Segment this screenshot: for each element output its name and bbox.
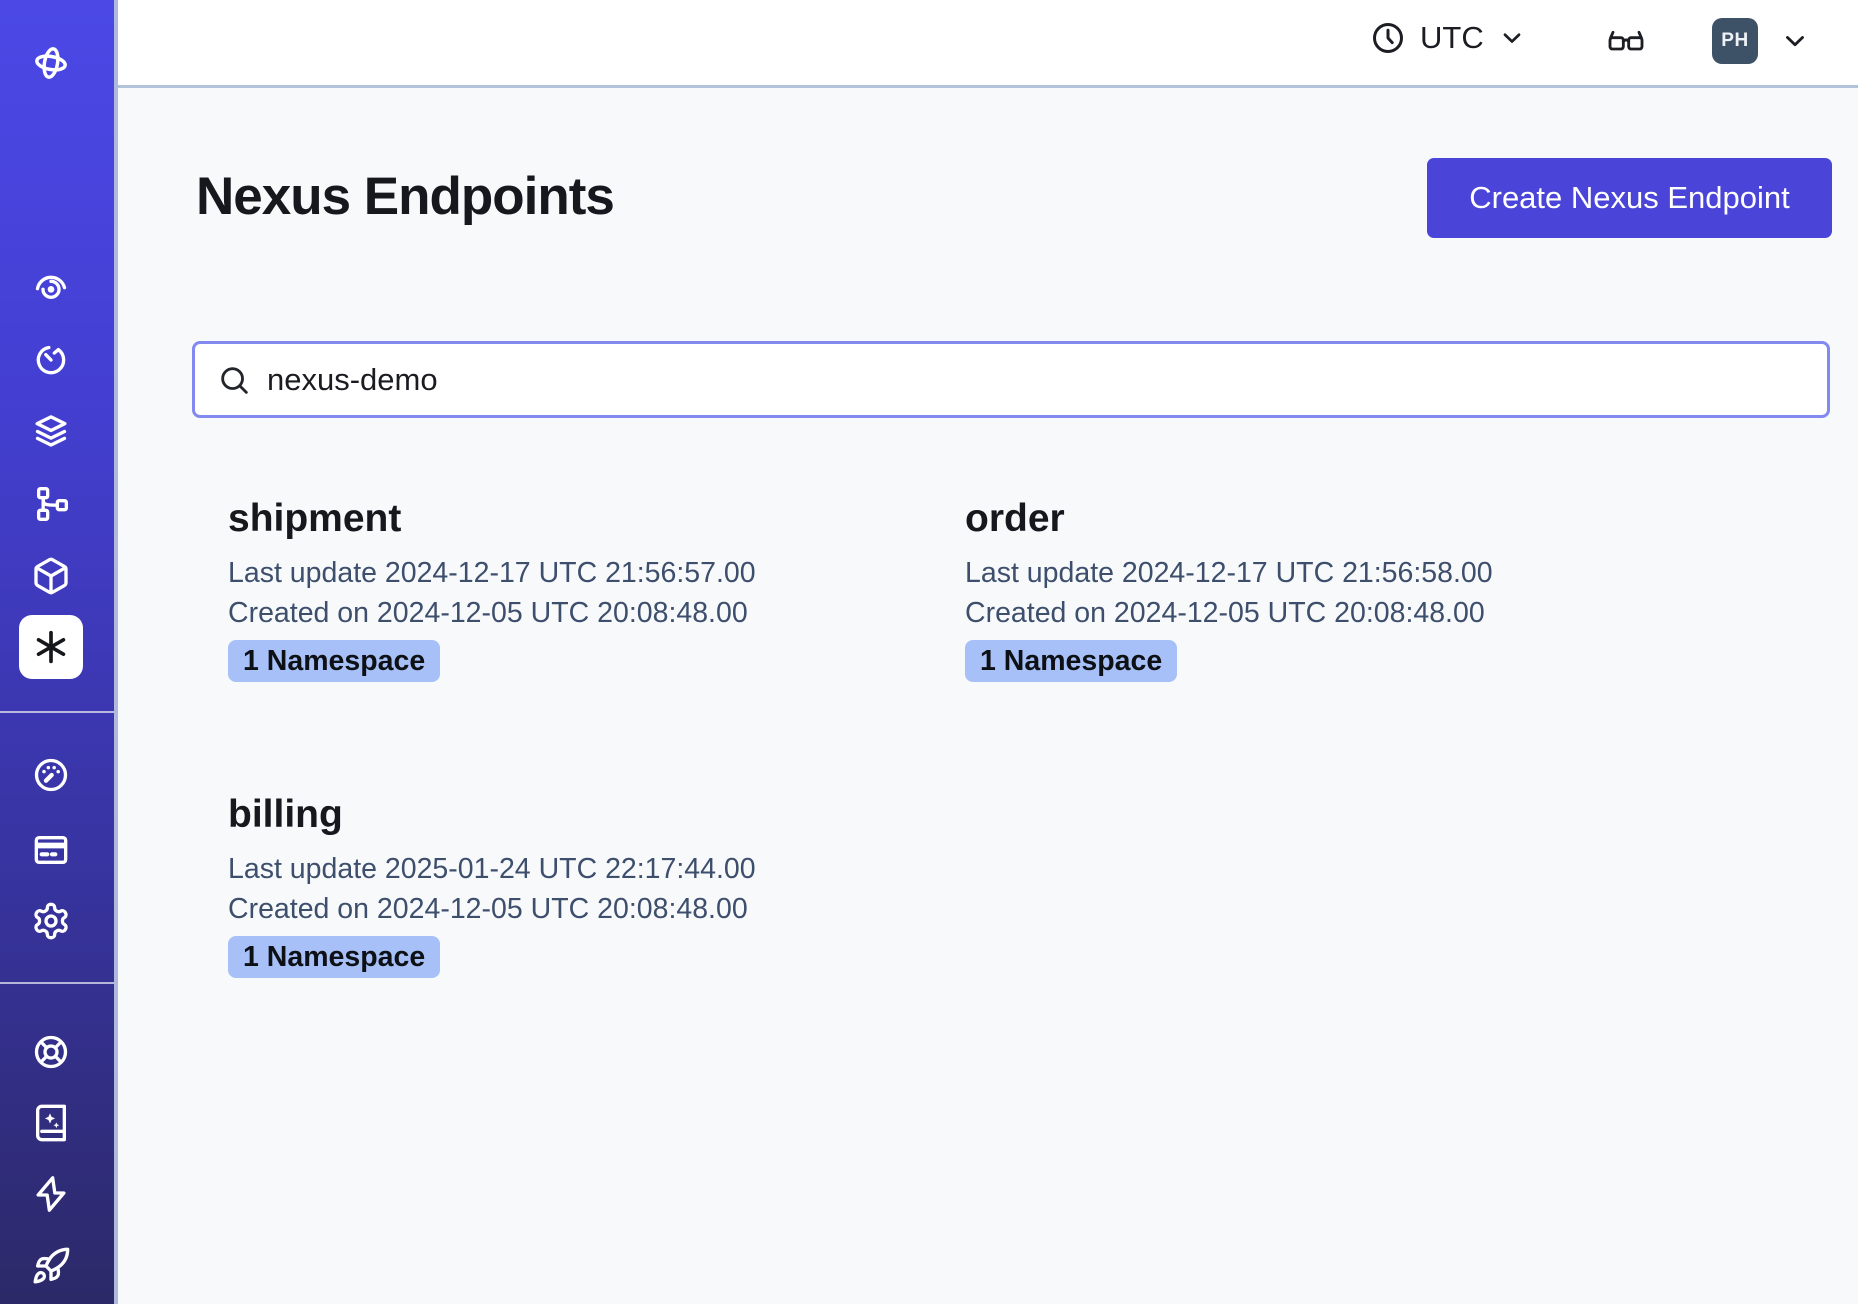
app-root: UTC PH Nexus Endpoints Create Nexus Endp… [0, 0, 1858, 1304]
search-icon [217, 363, 251, 397]
schedules-timer-icon[interactable] [27, 335, 75, 383]
namespace-badge: 1 Namespace [965, 640, 1177, 682]
endpoint-created: Created on 2024-12-05 UTC 20:08:48.00 [228, 593, 965, 633]
endpoint-last-update: Last update 2024-12-17 UTC 21:56:58.00 [965, 553, 1702, 593]
topbar: UTC PH [118, 0, 1858, 88]
account-menu[interactable]: PH [1712, 18, 1810, 64]
endpoint-card-grid: shipment Last update 2024-12-17 UTC 21:5… [228, 494, 1708, 978]
nexus-asterisk-icon[interactable] [19, 615, 83, 679]
search-box [192, 341, 1830, 418]
endpoint-created: Created on 2024-12-05 UTC 20:08:48.00 [965, 593, 1702, 633]
endpoint-name: order [965, 494, 1702, 544]
usage-gauge-icon[interactable] [27, 751, 75, 799]
labs-toggle[interactable] [1598, 18, 1654, 62]
support-lifebuoy-icon[interactable] [27, 1028, 75, 1076]
namespace-badge: 1 Namespace [228, 640, 440, 682]
deployments-cube-icon[interactable] [27, 552, 75, 600]
settings-gear-icon[interactable] [27, 897, 75, 945]
endpoint-card[interactable]: order Last update 2024-12-17 UTC 21:56:5… [965, 494, 1702, 682]
sidebar [0, 0, 118, 1304]
endpoint-name: billing [228, 790, 965, 840]
namespace-badge: 1 Namespace [228, 936, 440, 978]
feedback-lightning-icon[interactable] [27, 1170, 75, 1218]
chevron-down-icon [1780, 26, 1810, 56]
chevron-down-icon [1498, 24, 1526, 52]
endpoint-card[interactable]: shipment Last update 2024-12-17 UTC 21:5… [228, 494, 965, 682]
page-title: Nexus Endpoints [196, 166, 614, 227]
endpoint-last-update: Last update 2025-01-24 UTC 22:17:44.00 [228, 849, 965, 889]
timezone-selector[interactable]: UTC [1370, 12, 1526, 64]
docs-book-icon[interactable] [27, 1099, 75, 1147]
avatar: PH [1712, 18, 1758, 64]
batch-layers-icon[interactable] [27, 407, 75, 455]
endpoint-card[interactable]: billing Last update 2025-01-24 UTC 22:17… [228, 790, 965, 978]
getting-started-rocket-icon[interactable] [27, 1242, 75, 1290]
task-queues-branch-icon[interactable] [27, 480, 75, 528]
endpoint-created: Created on 2024-12-05 UTC 20:08:48.00 [228, 889, 965, 929]
sidebar-divider [0, 982, 114, 984]
billing-window-icon[interactable] [27, 826, 75, 874]
endpoint-last-update: Last update 2024-12-17 UTC 21:56:57.00 [228, 553, 965, 593]
sidebar-divider [0, 711, 114, 713]
workflows-spiral-icon[interactable] [27, 263, 75, 311]
clock-icon [1370, 20, 1406, 56]
endpoint-name: shipment [228, 494, 965, 544]
create-nexus-endpoint-button[interactable]: Create Nexus Endpoint [1427, 158, 1832, 238]
glasses-icon [1601, 20, 1651, 60]
temporal-logo[interactable] [27, 39, 75, 87]
timezone-label: UTC [1420, 20, 1484, 56]
search-input[interactable] [267, 344, 1805, 415]
